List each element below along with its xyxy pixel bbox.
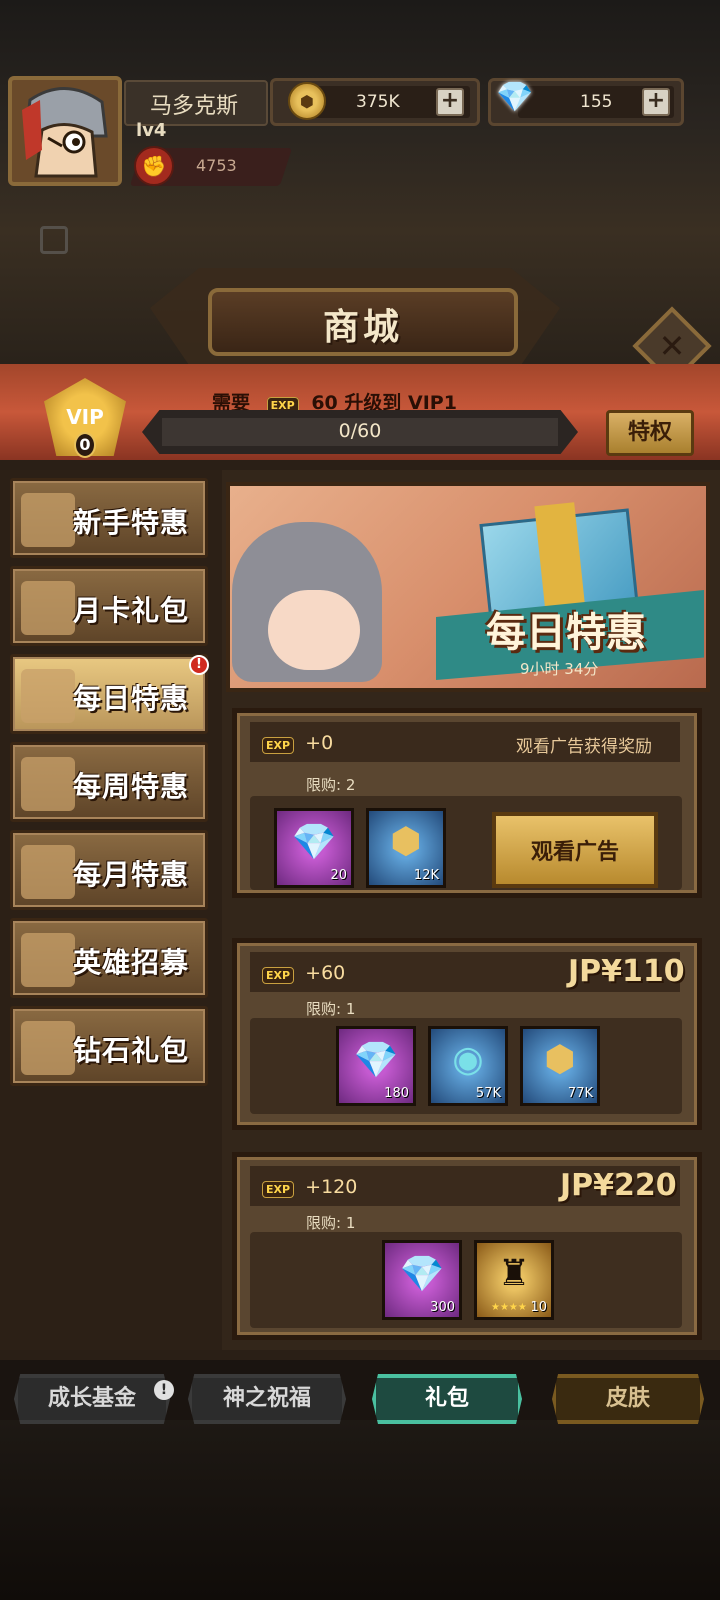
vip-progress-text: 0/60 xyxy=(338,420,382,442)
exp-row: EXP +0 xyxy=(262,732,333,754)
item-count: 12K xyxy=(413,868,439,883)
fist-icon: ✊ xyxy=(134,146,174,186)
alert-icon: ! xyxy=(154,1380,174,1400)
gift-box-icon xyxy=(21,845,75,899)
hero-essence-icon: ◉ xyxy=(452,1039,484,1080)
purchase-limit: 限购: 1 xyxy=(306,1214,356,1232)
reward-item[interactable]: ⬢ 12K xyxy=(366,808,446,888)
exp-row: EXP +120 xyxy=(262,1176,357,1198)
banner-timer: 9小时 34分 xyxy=(520,660,599,678)
page-title: 商城 xyxy=(322,307,403,348)
item-count: 20 xyxy=(330,868,347,883)
gold-coin-icon: ⬢ xyxy=(288,82,326,120)
reward-item[interactable]: 💎 20 xyxy=(274,808,354,888)
sale-tag-icon xyxy=(21,493,75,547)
reward-item[interactable]: ◉ 57K xyxy=(428,1026,508,1106)
item-count: 300 xyxy=(430,1300,455,1315)
purchase-limit: 限购: 2 xyxy=(306,776,356,794)
item-count: 57K xyxy=(475,1086,501,1101)
vip-level: 0 xyxy=(74,432,96,458)
purchase-limit: 限购: 1 xyxy=(306,1000,356,1018)
diamond-amount: 155 xyxy=(580,92,613,112)
menu-item-label: 月卡礼包 xyxy=(73,594,190,627)
alert-icon: ! xyxy=(189,655,209,675)
menu-item-2[interactable]: 月卡礼包 xyxy=(10,566,208,646)
tab-label: 礼包 xyxy=(424,1386,469,1411)
menu-item-label: 钻石礼包 xyxy=(73,1034,190,1067)
menu-item-label: 英雄招募 xyxy=(73,946,190,979)
exp-icon: EXP xyxy=(262,967,295,984)
background-bottom xyxy=(0,1420,720,1600)
player-level: lv4 xyxy=(136,120,167,141)
gold-coin-icon: ⬢ xyxy=(390,821,422,862)
diamond-icon: 💎 xyxy=(399,1254,445,1295)
reward-tray xyxy=(250,1232,682,1328)
gold-coin-icon: ⬢ xyxy=(544,1039,576,1080)
star-rating-icon: ★★★★ xyxy=(491,1302,527,1313)
reward-item[interactable]: ⬢ 77K xyxy=(520,1026,600,1106)
reward-item[interactable]: ♜ ★★★★ 10 xyxy=(474,1240,554,1320)
demon-mask-icon: ♜ xyxy=(497,1253,531,1294)
diamond-icon: 💎 xyxy=(353,1040,399,1081)
power-value: 4753 xyxy=(196,156,237,175)
player-name: 马多克斯 xyxy=(150,94,239,119)
tab-growth-fund[interactable]: 成长基金 xyxy=(14,1374,170,1424)
menu-item-3[interactable]: 每日特惠! xyxy=(10,654,209,734)
menu-item-label: 每日特惠 xyxy=(73,682,190,715)
menu-item-5[interactable]: 每月特惠 xyxy=(10,830,208,910)
package-exp: +120 xyxy=(305,1176,358,1198)
reward-item[interactable]: 💎 180 xyxy=(336,1026,416,1106)
card-icon xyxy=(21,581,75,635)
gift-box-icon xyxy=(21,669,75,723)
banner-title: 每日特惠 xyxy=(486,610,646,656)
menu-item-1[interactable]: 新手特惠 xyxy=(10,478,208,558)
exp-icon: EXP xyxy=(262,737,295,754)
exp-icon: EXP xyxy=(262,1181,295,1198)
tab-gift-pack[interactable]: 礼包 xyxy=(372,1374,522,1424)
tab-skins[interactable]: 皮肤 xyxy=(552,1374,704,1424)
menu-item-6[interactable]: 英雄招募 xyxy=(10,918,208,998)
menu-item-4[interactable]: 每周特惠 xyxy=(10,742,208,822)
settings-checkbox[interactable] xyxy=(40,226,68,254)
add-diamonds-button[interactable]: + xyxy=(642,88,670,116)
item-count: 77K xyxy=(567,1086,593,1101)
diamond-icon: 💎 xyxy=(496,80,534,115)
tab-divine-blessing[interactable]: 神之祝福 xyxy=(188,1374,346,1424)
menu-item-label: 每月特惠 xyxy=(73,858,190,891)
package-exp: +60 xyxy=(305,962,346,984)
tab-label: 皮肤 xyxy=(605,1386,650,1411)
menu-item-label: 新手特惠 xyxy=(73,506,190,539)
gold-amount: 375K xyxy=(356,92,400,112)
item-count: 10 xyxy=(530,1300,547,1315)
reward-item[interactable]: 💎 300 xyxy=(382,1240,462,1320)
package-exp: +0 xyxy=(305,732,334,754)
diamond-icon: 💎 xyxy=(291,822,337,863)
watch-ad-label: 观看广告 xyxy=(530,840,619,865)
diamond-pile-icon xyxy=(21,1021,75,1075)
add-gold-button[interactable]: + xyxy=(436,88,464,116)
close-icon: ✕ xyxy=(658,327,686,365)
menu-item-label: 每周特惠 xyxy=(73,770,190,803)
tab-label: 成长基金 xyxy=(47,1386,136,1411)
package-price-button[interactable]: JP¥110 xyxy=(568,954,685,989)
menu-item-7[interactable]: 钻石礼包 xyxy=(10,1006,208,1086)
gift-box-icon xyxy=(21,757,75,811)
exp-row: EXP +60 xyxy=(262,962,345,984)
player-avatar[interactable] xyxy=(8,76,122,186)
hero-face-image xyxy=(268,590,360,670)
package-price-button[interactable]: JP¥220 xyxy=(560,1168,677,1203)
ad-reward-text: 观看广告获得奖励 xyxy=(516,737,652,757)
privilege-button[interactable]: 特权 xyxy=(606,410,694,456)
tab-label: 神之祝福 xyxy=(222,1386,311,1411)
knight-portrait-icon xyxy=(12,80,118,182)
card-icon xyxy=(21,933,75,987)
item-count: 180 xyxy=(384,1086,409,1101)
